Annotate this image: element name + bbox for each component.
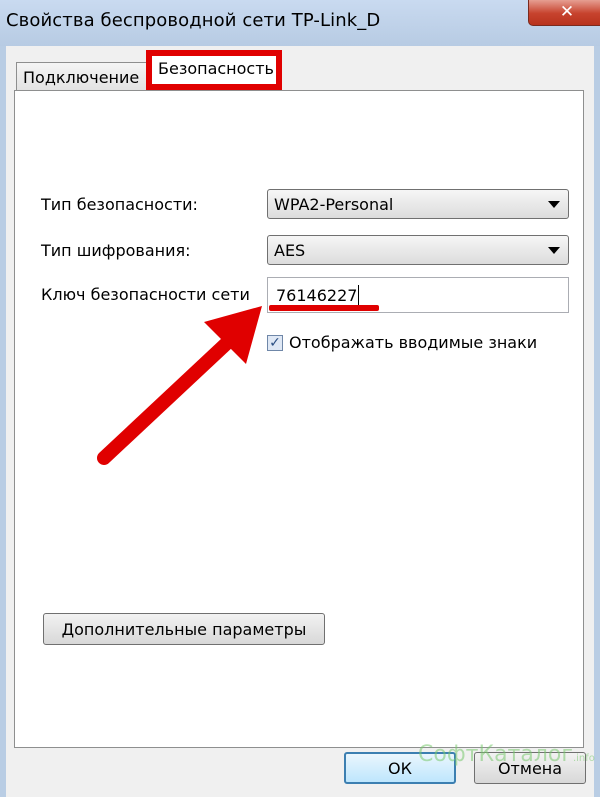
watermark: СофтКаталог.info [418, 742, 595, 767]
watermark-text: СофтКаталог [418, 742, 573, 767]
tab-security-label: Безопасность [158, 58, 274, 78]
red-arrow-annotation [97, 306, 262, 465]
tab-security[interactable]: Безопасность [146, 50, 282, 90]
watermark-suffix: .info [572, 753, 595, 764]
